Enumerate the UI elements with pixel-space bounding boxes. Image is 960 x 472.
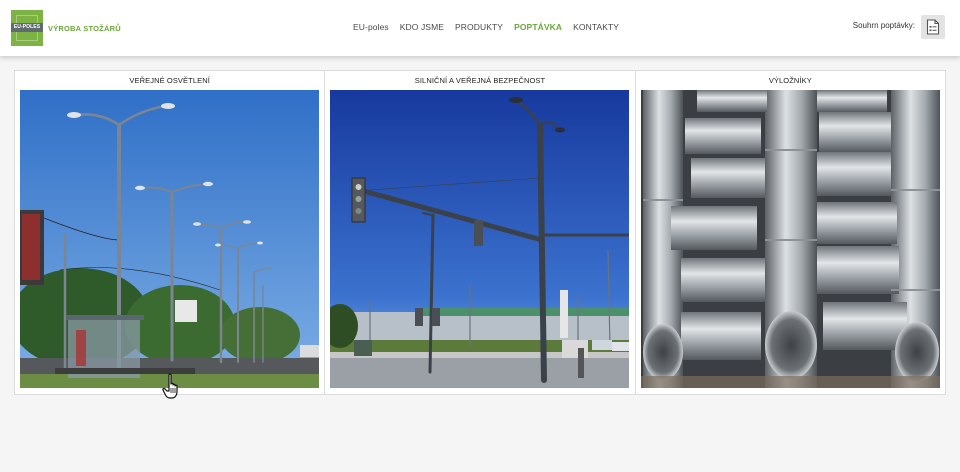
hand-pointer-icon [162, 373, 178, 399]
traffic-pole-photo[interactable] [330, 90, 630, 388]
product-card-brackets[interactable]: VÝLOŽNÍKY [636, 71, 945, 394]
nav-kontakty[interactable]: KONTAKTY [573, 22, 619, 32]
document-icon [926, 19, 940, 35]
nav-eu-poles[interactable]: EU-poles [353, 22, 389, 32]
product-grid: VEŘEJNÉ OSVĚTLENÍ SILNIČNÍ A VEŘEJNÁ BEZ… [14, 70, 946, 395]
inquiry-summary-button[interactable] [921, 15, 945, 39]
product-card-street-lighting[interactable]: VEŘEJNÉ OSVĚTLENÍ [15, 71, 326, 394]
product-title: VÝLOŽNÍKY [768, 76, 812, 85]
logo-name: VÝROBA STOŽÁRŮ [48, 23, 121, 33]
product-card-road-safety[interactable]: SILNIČNÍ A VEŘEJNÁ BEZPEČNOST [325, 71, 636, 394]
product-title: VEŘEJNÉ OSVĚTLENÍ [129, 76, 210, 85]
nav-produkty[interactable]: PRODUKTY [455, 22, 503, 32]
main-nav: EU-poles KDO JSME PRODUKTY POPTÁVKA KONT… [353, 22, 619, 32]
site-header: EU-POLES VÝROBA STOŽÁRŮ EU-poles KDO JSM… [0, 0, 960, 56]
product-title: SILNIČNÍ A VEŘEJNÁ BEZPEČNOST [414, 76, 546, 85]
inquiry-summary-label: Souhrn poptávky: [852, 21, 915, 30]
site-logo[interactable]: EU-POLES VÝROBA STOŽÁRŮ [11, 10, 121, 46]
street-lighting-photo[interactable] [20, 90, 319, 388]
logo-mark: EU-POLES [11, 10, 43, 46]
nav-kdo-jsme[interactable]: KDO JSME [400, 22, 444, 32]
logo-mark-text: EU-POLES [13, 24, 41, 30]
galvanized-brackets-photo[interactable] [640, 90, 940, 388]
nav-poptavka[interactable]: POPTÁVKA [514, 22, 562, 32]
